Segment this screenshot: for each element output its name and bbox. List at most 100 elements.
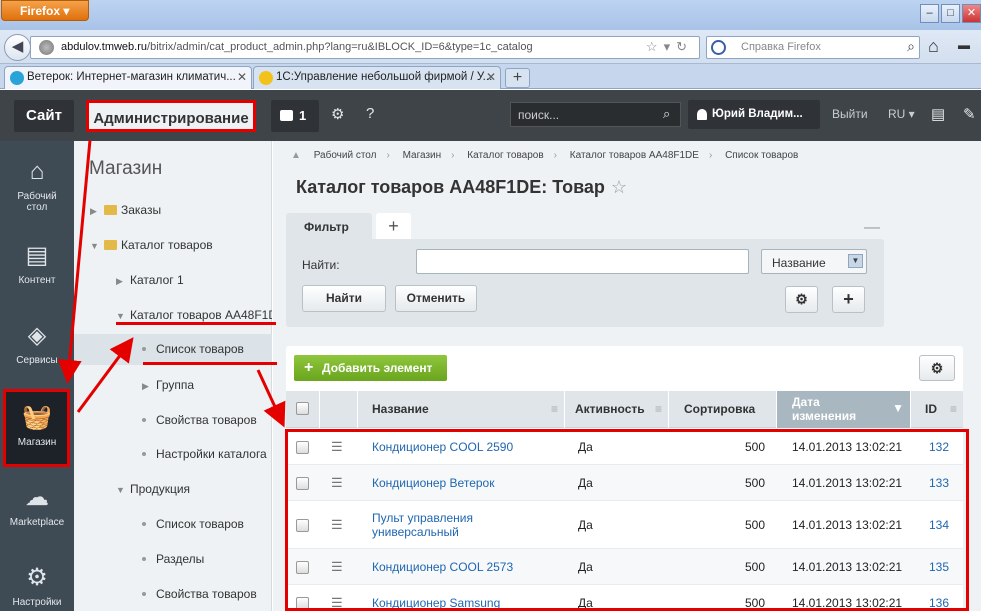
crumb-catalog-aa48[interactable]: Каталог товаров AA48F1DE <box>570 150 699 161</box>
col-active[interactable]: Активность ≡ <box>565 391 669 428</box>
message-icon <box>280 110 293 121</box>
menu-store[interactable]: 🧺 Магазин <box>0 403 74 448</box>
tree-item-group[interactable]: ▶ Группа <box>142 378 194 392</box>
help-icon[interactable]: ? <box>366 105 374 122</box>
tree-item-orders[interactable]: ▶ Заказы <box>90 203 161 217</box>
search-input[interactable]: Справка Firefox ⌕ <box>706 36 920 59</box>
bullet-icon <box>142 347 146 351</box>
menu-services[interactable]: ◈ Сервисы <box>0 321 74 366</box>
close-tab-icon[interactable]: ✕ <box>486 70 496 84</box>
notifications-button[interactable]: 1 <box>271 100 319 132</box>
select-all-checkbox[interactable] <box>286 391 320 428</box>
col-id[interactable]: ID ≡ <box>911 391 963 428</box>
close-icon[interactable]: ✕ <box>962 4 981 23</box>
table-header: Название ≡ Активность ≡ Сортировка Дата из… <box>286 391 963 428</box>
favicon-icon <box>10 71 24 85</box>
site-identity-icon[interactable] <box>39 40 54 55</box>
filter-settings-button[interactable]: ⚙ <box>785 286 818 313</box>
bullet-icon <box>142 592 146 596</box>
site-button[interactable]: Сайт <box>14 100 74 132</box>
tab-filter[interactable]: Фильтр <box>286 213 372 239</box>
tree-item-catalog-settings[interactable]: Настройки каталога <box>142 447 272 461</box>
admin-search-input[interactable]: поиск... <box>510 102 681 127</box>
field-select[interactable]: Название ▼ <box>761 249 867 274</box>
language-select[interactable]: RU ▾ <box>888 107 915 121</box>
col-date[interactable]: Дата изменения ▼ <box>777 391 911 428</box>
page-title: Каталог товаров AA48F1DE: Товар ☆ <box>296 177 628 197</box>
tab-1c[interactable]: 1С:Управление небольшой фирмой / У... ✕ <box>253 66 501 89</box>
favorite-star-icon[interactable]: ☆ <box>611 177 627 197</box>
menu-content[interactable]: ▤ Контент <box>0 241 74 286</box>
address-bar[interactable]: abdulov.tmweb.ru/bitrix/admin/cat_produc… <box>30 36 700 59</box>
back-arrow-icon[interactable]: ◀ <box>4 34 31 61</box>
find-button[interactable]: Найти <box>302 285 386 312</box>
crumb-product-list[interactable]: Список товаров <box>725 150 798 161</box>
user-button[interactable]: Юрий Владим... <box>688 100 820 129</box>
tree-item-sections[interactable]: Разделы <box>142 552 204 566</box>
filter-add-button[interactable]: + <box>832 286 865 313</box>
panel-icon[interactable]: ▤ <box>931 105 945 123</box>
list-settings-button[interactable]: ⚙ <box>919 355 955 381</box>
logout-link[interactable]: Выйти <box>832 107 868 121</box>
tree-item-properties-2[interactable]: Свойства товаров <box>142 587 257 601</box>
firefox-menu-button[interactable]: Firefox ▾ <box>1 0 89 21</box>
menu-desktop[interactable]: ⌂ Рабочий стол <box>0 158 74 213</box>
col-name[interactable]: Название ≡ <box>358 391 565 428</box>
crumb-catalog[interactable]: Каталог товаров <box>467 150 543 161</box>
col-sort[interactable]: Сортировка <box>669 391 777 428</box>
browser-titlebar: Firefox ▾ – □ ✕ <box>0 0 981 30</box>
document-icon: ▤ <box>25 242 49 269</box>
tree-item-product-list-2[interactable]: Список товаров <box>142 517 244 531</box>
find-input[interactable] <box>416 249 749 274</box>
pin-icon[interactable]: ✎ <box>963 105 976 123</box>
browser-navbar: abdulov.tmweb.ru/bitrix/admin/cat_produc… <box>0 30 981 64</box>
bullet-icon <box>142 522 146 526</box>
tree-item-properties[interactable]: Свойства товаров <box>142 413 257 427</box>
tab-veterok[interactable]: Ветерок: Интернет-магазин климатич... ✕ <box>4 66 252 89</box>
underline-annotation <box>116 322 276 325</box>
home-icon[interactable]: ⌂ <box>928 36 939 57</box>
gear-icon[interactable]: ⚙ <box>331 105 344 123</box>
folder-icon <box>104 240 117 250</box>
basket-icon: 🧺 <box>22 404 52 431</box>
tree-item-product-list[interactable]: Список товаров <box>74 334 272 365</box>
filter-panel: Найти: Название ▼ Найти Отменить ⚙ + <box>286 239 884 327</box>
tree-item-products[interactable]: ▼ Продукция <box>116 482 190 496</box>
new-tab-button[interactable]: + <box>505 68 530 88</box>
tree-item-catalog-1[interactable]: ▶ Каталог 1 <box>116 273 184 287</box>
admin-panel: Сайт Администрирование 1 ⚙ ? поиск... ⌕ … <box>0 90 981 141</box>
cancel-button[interactable]: Отменить <box>395 285 477 312</box>
add-filter-button[interactable]: + <box>376 213 411 239</box>
home-icon: ⌂ <box>29 158 45 185</box>
cloud-download-icon: ☁ <box>25 484 49 511</box>
maximize-icon[interactable]: □ <box>941 4 960 23</box>
admin-button[interactable]: Администрирование <box>86 100 256 132</box>
minimize-icon[interactable]: – <box>920 4 939 23</box>
gear-icon: ⚙ <box>26 564 48 591</box>
crumb-desktop[interactable]: Рабочий стол <box>314 150 377 161</box>
underline-annotation <box>143 362 277 365</box>
user-icon <box>697 109 707 120</box>
find-label: Найти: <box>302 258 340 272</box>
search-engine-icon[interactable] <box>711 40 726 55</box>
actions-header <box>320 391 358 428</box>
add-element-button[interactable]: Добавить элемент <box>294 355 447 381</box>
close-tab-icon[interactable]: ✕ <box>237 70 247 84</box>
menu-settings[interactable]: ⚙ Настройки <box>0 563 74 608</box>
menu-marketplace[interactable]: ☁ Marketplace <box>0 483 74 528</box>
highlight-box <box>285 429 969 611</box>
section-tree: Магазин ▶ Заказы ▼ Каталог товаров ▶ Катало… <box>74 141 272 611</box>
search-icon[interactable]: ⌕ <box>663 106 670 122</box>
search-icon[interactable]: ⌕ <box>907 38 915 55</box>
tree-item-catalog[interactable]: ▼ Каталог товаров <box>90 238 213 252</box>
tree-item-catalog-aa48[interactable]: ▼ Каталог товаров AA48F1DE <box>116 308 272 322</box>
feed-icon[interactable]: ▬ <box>958 38 970 52</box>
collapse-icon[interactable]: — <box>864 219 880 237</box>
crumb-store[interactable]: Магазин <box>403 150 442 161</box>
browser-tabstrip: Ветерок: Интернет-магазин климатич... ✕ 1… <box>0 64 981 89</box>
chevron-down-icon: ▼ <box>848 254 863 268</box>
layers-icon: ◈ <box>27 322 47 349</box>
folder-icon <box>104 205 117 215</box>
bookmark-star-icon[interactable]: ☆▾↻ <box>646 39 693 55</box>
main-menu: ⌂ Рабочий стол ▤ Контент ◈ Сервисы 🧺 Магазин… <box>0 141 74 611</box>
